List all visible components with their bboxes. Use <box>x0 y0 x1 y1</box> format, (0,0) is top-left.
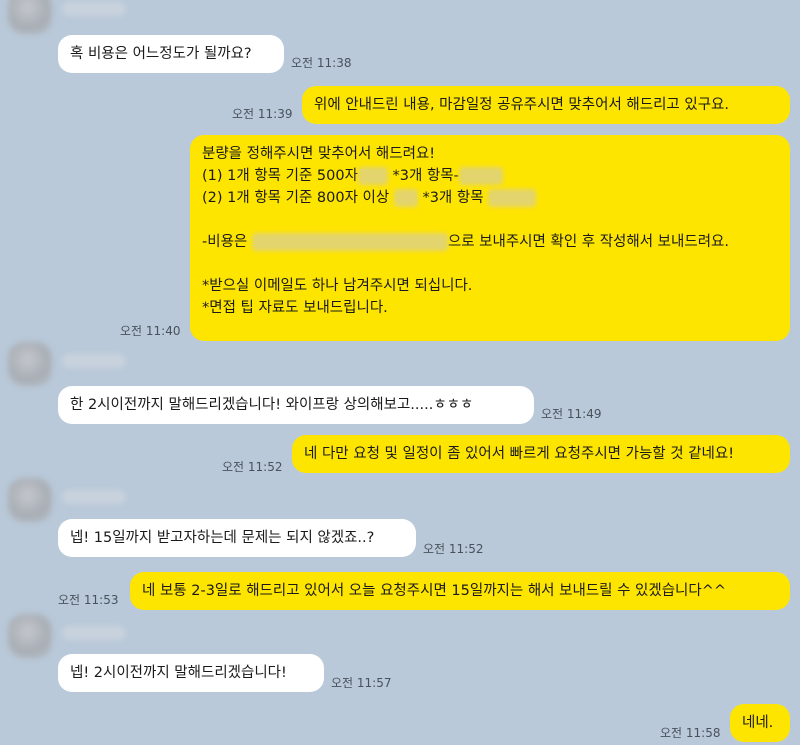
message-line-empty <box>202 253 778 275</box>
message-line: -비용은 으로 보내주시면 확인 후 작성해서 보내드려요. <box>202 231 778 253</box>
message-text: 넵! 2시이전까지 말해드리겠습니다! <box>70 665 287 681</box>
message-line-text: (1) 1개 항목 기준 500자 <box>202 168 358 184</box>
redacted-block <box>357 167 388 185</box>
message-bubble[interactable]: 혹 비용은 어느정도가 될까요? <box>58 35 284 73</box>
message-line-text: -비용은 <box>202 234 248 250</box>
message-bubble[interactable]: 한 2시이전까지 말해드리겠습니다! 와이프랑 상의해보고.....ㅎㅎㅎ <box>58 386 534 424</box>
message-line: (2) 1개 항목 기준 800자 이상 *3개 항목 <box>202 187 778 209</box>
message-time: 오전 11:53 <box>58 593 119 607</box>
message-text: 넵! 15일까지 받고자하는데 문제는 되지 않겠죠..? <box>70 530 375 546</box>
message-bubble[interactable]: 네 다만 요청 및 일정이 좀 있어서 빠르게 요청주시면 가능할 것 같네요! <box>292 435 790 473</box>
message-line-text: *3개 항목- <box>392 168 459 184</box>
message-bubble[interactable]: 위에 안내드린 내용, 마감일정 공유주시면 맞추어서 해드리고 있구요. <box>302 86 790 124</box>
message-bubble[interactable]: 넵! 15일까지 받고자하는데 문제는 되지 않겠죠..? <box>58 519 416 557</box>
message-bubble[interactable]: 넵! 2시이전까지 말해드리겠습니다! <box>58 654 324 692</box>
message-text: 네네. <box>742 715 774 731</box>
message-bubble[interactable]: 네네. <box>730 704 790 742</box>
message-bubble[interactable]: 네 보통 2-3일로 해드리고 있어서 오늘 요청주시면 15일까지는 해서 보… <box>130 572 790 610</box>
message-time: 오전 11:52 <box>222 460 283 474</box>
redacted-block <box>458 167 503 185</box>
message-text: 한 2시이전까지 말해드리겠습니다! 와이프랑 상의해보고.....ㅎㅎㅎ <box>70 397 474 413</box>
message-line-text: *3개 항목 <box>422 190 484 206</box>
message-line-text: (2) 1개 항목 기준 800자 이상 <box>202 190 390 206</box>
redacted-block <box>488 189 537 207</box>
message-line-empty <box>202 209 778 231</box>
redacted-block <box>393 189 418 207</box>
avatar[interactable] <box>8 478 52 522</box>
message-line: (1) 1개 항목 기준 500자 *3개 항목- <box>202 165 778 187</box>
message-line-text: 으로 보내주시면 확인 후 작성해서 보내드려요. <box>447 234 729 250</box>
message-text: 혹 비용은 어느정도가 될까요? <box>70 46 252 62</box>
message-line: *받으실 이메일도 하나 남겨주시면 되십니다. <box>202 278 473 294</box>
sender-name <box>62 2 126 16</box>
message-line: *면접 팁 자료도 보내드립니다. <box>202 300 388 316</box>
redacted-block <box>251 233 448 251</box>
message-time: 오전 11:39 <box>232 107 293 121</box>
message-text: 네 보통 2-3일로 해드리고 있어서 오늘 요청주시면 15일까지는 해서 보… <box>142 583 727 599</box>
message-time: 오전 11:49 <box>541 407 602 421</box>
sender-name <box>62 490 126 504</box>
message-text: 위에 안내드린 내용, 마감일정 공유주시면 맞추어서 해드리고 있구요. <box>314 97 729 113</box>
avatar[interactable] <box>8 614 52 658</box>
message-bubble[interactable]: 분량을 정해주시면 맞추어서 해드려요! (1) 1개 항목 기준 500자 *… <box>190 135 790 341</box>
avatar[interactable] <box>8 342 52 386</box>
message-time: 오전 11:52 <box>423 542 484 556</box>
message-time: 오전 11:57 <box>331 676 392 690</box>
message-text: 네 다만 요청 및 일정이 좀 있어서 빠르게 요청주시면 가능할 것 같네요! <box>304 446 735 462</box>
sender-name <box>62 354 126 368</box>
message-time: 오전 11:38 <box>291 56 352 70</box>
message-time: 오전 11:40 <box>120 324 181 338</box>
avatar[interactable] <box>8 0 52 34</box>
sender-name <box>62 626 126 640</box>
message-time: 오전 11:58 <box>660 726 721 740</box>
message-line: 분량을 정해주시면 맞추어서 해드려요! <box>202 146 436 162</box>
